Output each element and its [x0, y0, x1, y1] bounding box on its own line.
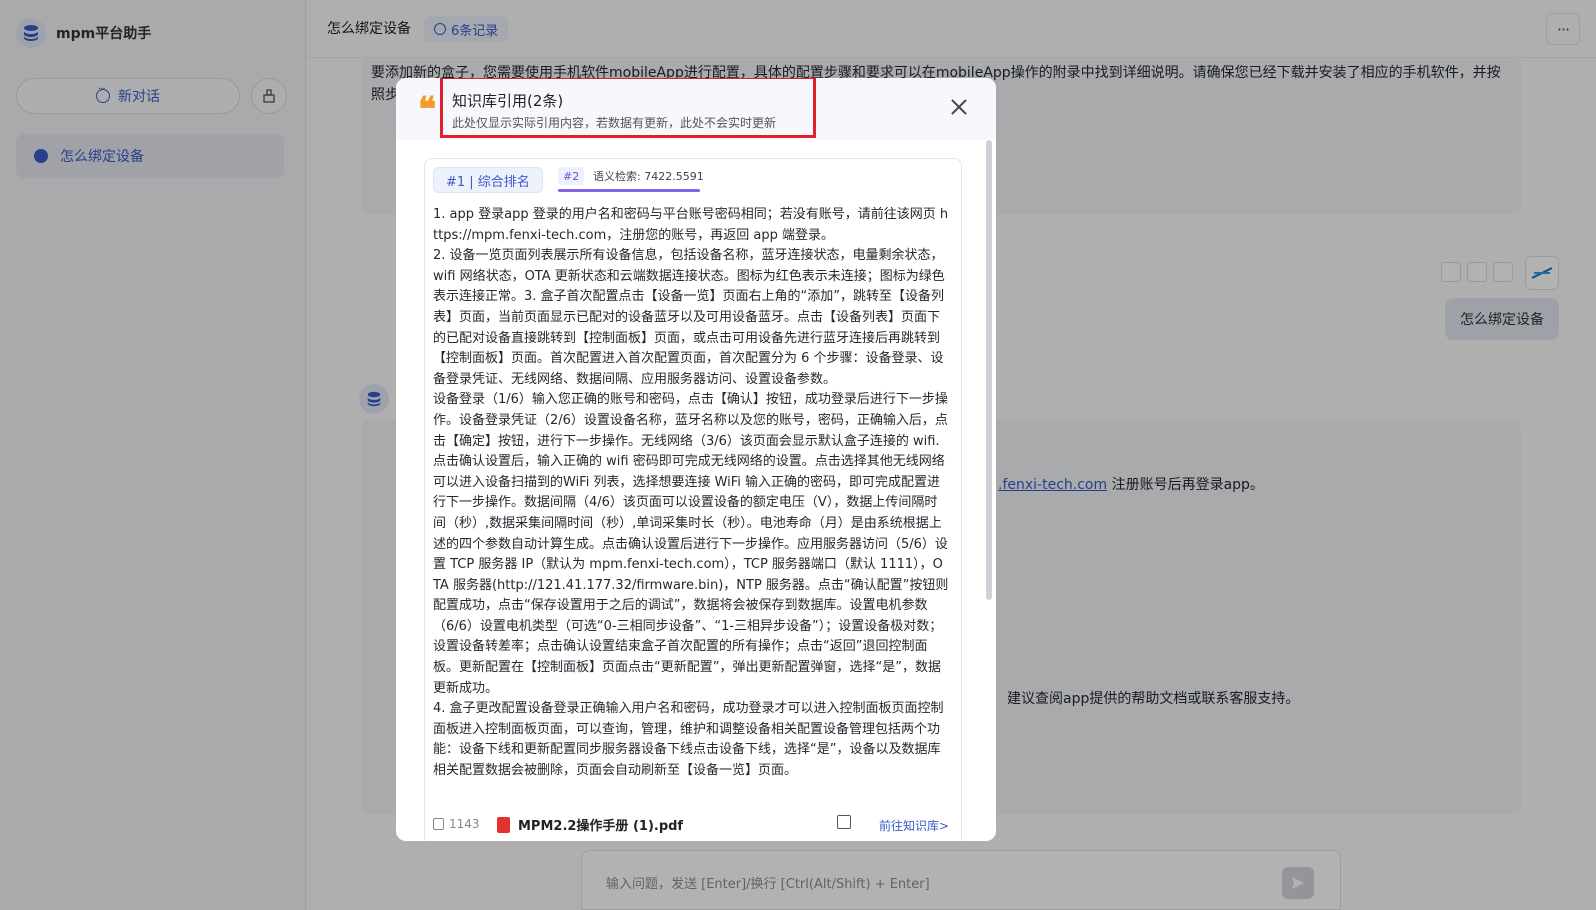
quote-icon: ❝	[418, 90, 437, 130]
semantic-score-label: 语义检索: 7422.5591	[593, 170, 704, 183]
semantic-tag: #2	[558, 167, 585, 185]
rank-tag: #1 | 综合排名	[433, 167, 543, 193]
reference-paragraph: 1. app 登录app 登录的用户名和密码与平台账号密码相同；若没有账号，请前…	[433, 207, 949, 243]
knowledge-reference-dialog: ❝ 知识库引用(2条) 此处仅显示实际引用内容，若数据有更新，此处不会实时更新 …	[396, 78, 996, 841]
reference-content: 1. app 登录app 登录的用户名和密码与平台账号密码相同；若没有账号，请前…	[433, 205, 949, 782]
annotation-highlight-box	[440, 78, 816, 138]
source-file-name: MPM2.2操作手册 (1).pdf	[518, 819, 684, 834]
document-icon	[433, 818, 444, 830]
semantic-score-bar	[558, 189, 700, 192]
reference-paragraph: 4. 盒子更改配置设备登录正确输入用户名和密码，成功登录才可以进入控制面板页面控…	[433, 701, 944, 779]
reference-card: #1 | 综合排名 #2 语义检索: 7422.5591 1. app 登录ap…	[424, 158, 962, 841]
goto-knowledge-base-link[interactable]: 前往知识库>	[879, 817, 949, 834]
reference-footer: 1143 MPM2.2操作手册 (1).pdf 前往知识库>	[433, 815, 949, 837]
dialog-scrollbar[interactable]	[986, 140, 992, 600]
source-file[interactable]: MPM2.2操作手册 (1).pdf	[497, 815, 683, 834]
reference-paragraph: 设备登录（1/6）输入您正确的账号和密码，点击【确认】按钮，成功登录后进行下一步…	[433, 392, 949, 696]
char-count: 1143	[433, 817, 480, 831]
dialog-header: ❝ 知识库引用(2条) 此处仅显示实际引用内容，若数据有更新，此处不会实时更新	[396, 78, 996, 140]
pdf-icon	[497, 816, 510, 833]
reference-paragraph: 2. 设备一览页面列表展示所有设备信息，包括设备名称，蓝牙连接状态，电量剩余状态…	[433, 248, 945, 387]
char-count-value: 1143	[449, 817, 480, 831]
close-icon[interactable]	[948, 96, 970, 118]
edit-icon[interactable]	[837, 815, 851, 829]
